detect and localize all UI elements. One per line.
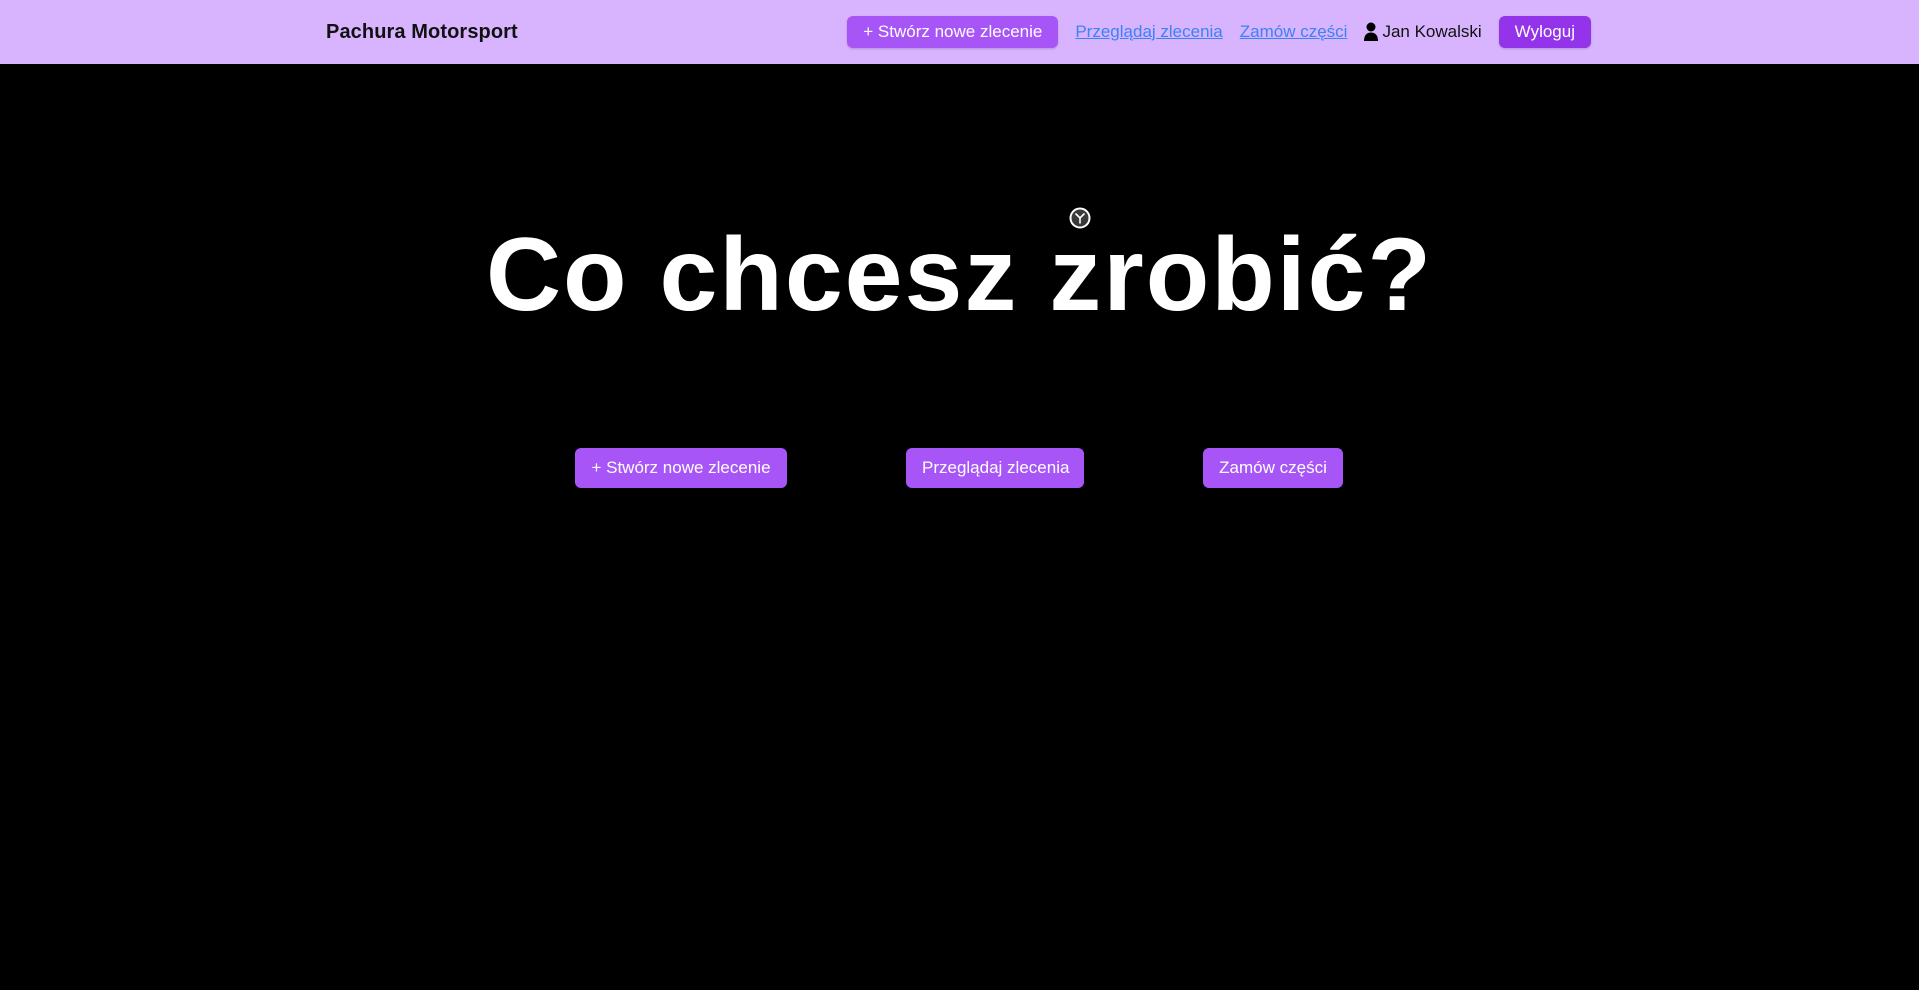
order-parts-action-button[interactable]: Zamów części <box>1203 448 1343 488</box>
user-name: Jan Kowalski <box>1382 22 1482 41</box>
create-order-action-button[interactable]: + Stwórz nowe zlecenie <box>575 448 787 488</box>
page-title: Co chcesz zrobić? <box>485 217 1434 333</box>
create-order-button[interactable]: + Stwórz nowe zlecenie <box>847 16 1059 48</box>
user-info: Jan Kowalski <box>1364 22 1482 42</box>
navbar: Pachura Motorsport + Stwórz nowe zleceni… <box>0 0 1919 64</box>
navbar-actions: + Stwórz nowe zlecenie Przeglądaj zlecen… <box>847 16 1591 48</box>
cursor-icon <box>1069 207 1091 229</box>
user-icon <box>1364 22 1379 41</box>
order-parts-link[interactable]: Zamów części <box>1240 22 1348 42</box>
browse-orders-action-button[interactable]: Przeglądaj zlecenia <box>906 448 1084 488</box>
browse-orders-link[interactable]: Przeglądaj zlecenia <box>1075 22 1222 42</box>
brand-title[interactable]: Pachura Motorsport <box>326 0 518 64</box>
logout-button[interactable]: Wyloguj <box>1498 16 1591 48</box>
